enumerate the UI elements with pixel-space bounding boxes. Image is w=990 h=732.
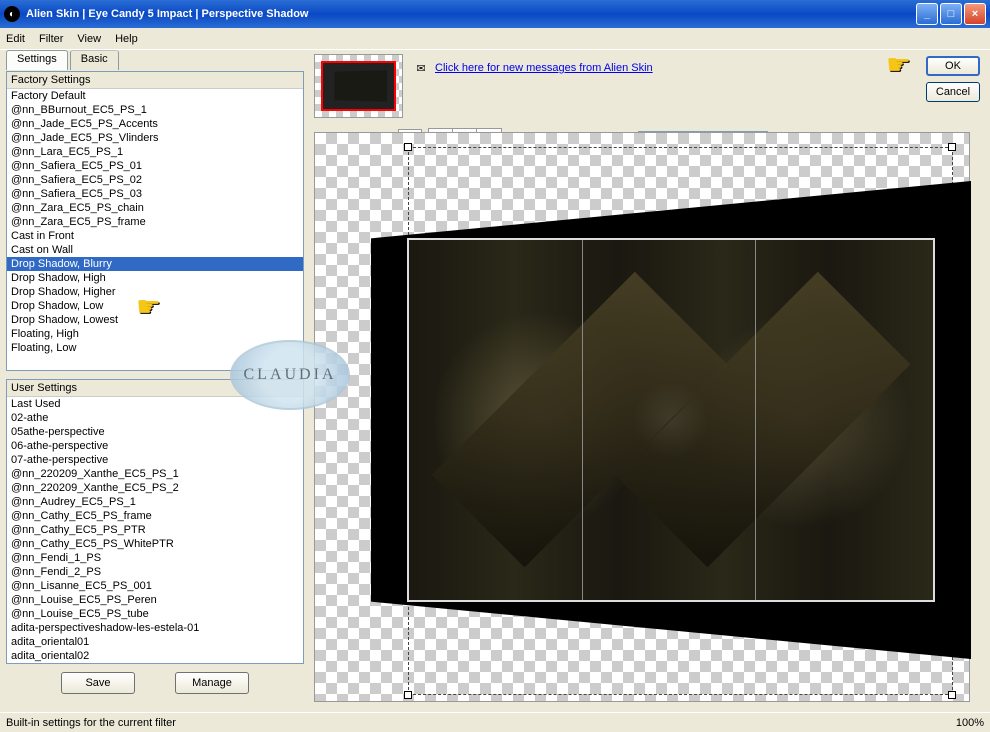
close-button[interactable]: × [964, 3, 986, 25]
menu-bar: Edit Filter View Help [0, 28, 990, 50]
preview-thumbnail[interactable] [321, 61, 396, 111]
manage-button[interactable]: Manage [175, 672, 249, 694]
factory-item[interactable]: Cast in Front [7, 229, 303, 243]
factory-header: Factory Settings [7, 72, 303, 89]
handle-sw[interactable] [404, 691, 412, 699]
user-item[interactable]: @nn_Audrey_EC5_PS_1 [7, 495, 303, 509]
handle-nw[interactable] [404, 143, 412, 151]
factory-settings-list: Factory Settings Factory Default@nn_BBur… [6, 71, 304, 371]
menu-help[interactable]: Help [115, 33, 138, 45]
artwork-inner-border [407, 238, 935, 601]
tab-settings[interactable]: Settings [6, 50, 68, 70]
pointer-hand-icon [886, 54, 926, 78]
user-item[interactable]: @nn_Louise_EC5_PS_tube [7, 607, 303, 621]
factory-item[interactable]: @nn_Safiera_EC5_PS_01 [7, 159, 303, 173]
app-icon: ◐ [4, 6, 20, 22]
factory-item[interactable]: @nn_Safiera_EC5_PS_03 [7, 187, 303, 201]
cancel-button[interactable]: Cancel [926, 82, 980, 102]
menu-filter[interactable]: Filter [39, 33, 63, 45]
preview-canvas[interactable] [314, 132, 970, 702]
user-item[interactable]: @nn_Cathy_EC5_PS_PTR [7, 523, 303, 537]
factory-item[interactable]: Drop Shadow, High [7, 271, 303, 285]
status-text: Built-in settings for the current filter [6, 717, 176, 729]
factory-item[interactable]: @nn_Zara_EC5_PS_frame [7, 215, 303, 229]
user-item[interactable]: adita-perspectiveshadow-les-estela-01 [7, 621, 303, 635]
user-item[interactable]: 02-athe [7, 411, 303, 425]
menu-view[interactable]: View [77, 33, 101, 45]
preview-thumbnail-wrapper [314, 54, 403, 118]
menu-edit[interactable]: Edit [6, 33, 25, 45]
factory-list-body[interactable]: Factory Default@nn_BBurnout_EC5_PS_1@nn_… [7, 89, 303, 370]
factory-item[interactable]: @nn_Jade_EC5_PS_Accents [7, 117, 303, 131]
user-item[interactable]: adita_oriental01 [7, 635, 303, 649]
user-item[interactable]: adita_oriental02 [7, 649, 303, 663]
user-item[interactable]: 05athe-perspective [7, 425, 303, 439]
user-item[interactable]: @nn_220209_Xanthe_EC5_PS_2 [7, 481, 303, 495]
zoom-level: 100% [956, 717, 984, 729]
artwork-frame [371, 181, 971, 659]
user-item[interactable]: @nn_Lisanne_EC5_PS_001 [7, 579, 303, 593]
pointer-hand-selection-icon: ☛ [136, 290, 161, 323]
user-item[interactable]: @nn_Louise_EC5_PS_Peren [7, 593, 303, 607]
title-bar: ◐ Alien Skin | Eye Candy 5 Impact | Pers… [0, 0, 990, 28]
artwork-image [409, 240, 933, 599]
status-bar: Built-in settings for the current filter… [0, 712, 990, 732]
minimize-button[interactable]: _ [916, 3, 938, 25]
right-panel: ✉ Click here for new messages from Alien… [310, 50, 990, 712]
factory-item[interactable]: Floating, High [7, 327, 303, 341]
factory-item[interactable]: Drop Shadow, Blurry [7, 257, 303, 271]
factory-item[interactable]: Cast on Wall [7, 243, 303, 257]
window-title: Alien Skin | Eye Candy 5 Impact | Perspe… [26, 8, 916, 20]
user-item[interactable]: 06-athe-perspective [7, 439, 303, 453]
handle-se[interactable] [948, 691, 956, 699]
ok-button[interactable]: OK [926, 56, 980, 76]
factory-item[interactable]: Factory Default [7, 89, 303, 103]
factory-item[interactable]: @nn_Lara_EC5_PS_1 [7, 145, 303, 159]
handle-ne[interactable] [948, 143, 956, 151]
user-item[interactable]: @nn_Fendi_1_PS [7, 551, 303, 565]
message-link[interactable]: Click here for new messages from Alien S… [435, 62, 653, 74]
save-button[interactable]: Save [61, 672, 135, 694]
user-settings-list: User Settings Last Used02-athe05athe-per… [6, 379, 304, 664]
message-icon: ✉ [411, 58, 431, 78]
user-item[interactable]: 07-athe-perspective [7, 453, 303, 467]
factory-item[interactable]: @nn_Safiera_EC5_PS_02 [7, 173, 303, 187]
maximize-button[interactable]: □ [940, 3, 962, 25]
tab-basic[interactable]: Basic [70, 50, 119, 70]
watermark: CLAUDIA [230, 340, 350, 410]
user-item[interactable]: @nn_Cathy_EC5_PS_frame [7, 509, 303, 523]
user-item[interactable]: @nn_220209_Xanthe_EC5_PS_1 [7, 467, 303, 481]
factory-item[interactable]: @nn_BBurnout_EC5_PS_1 [7, 103, 303, 117]
user-item[interactable]: @nn_Cathy_EC5_PS_WhitePTR [7, 537, 303, 551]
factory-item[interactable]: @nn_Jade_EC5_PS_Vlinders [7, 131, 303, 145]
factory-item[interactable]: @nn_Zara_EC5_PS_chain [7, 201, 303, 215]
user-item[interactable]: @nn_Fendi_2_PS [7, 565, 303, 579]
user-list-body[interactable]: Last Used02-athe05athe-perspective06-ath… [7, 397, 303, 663]
